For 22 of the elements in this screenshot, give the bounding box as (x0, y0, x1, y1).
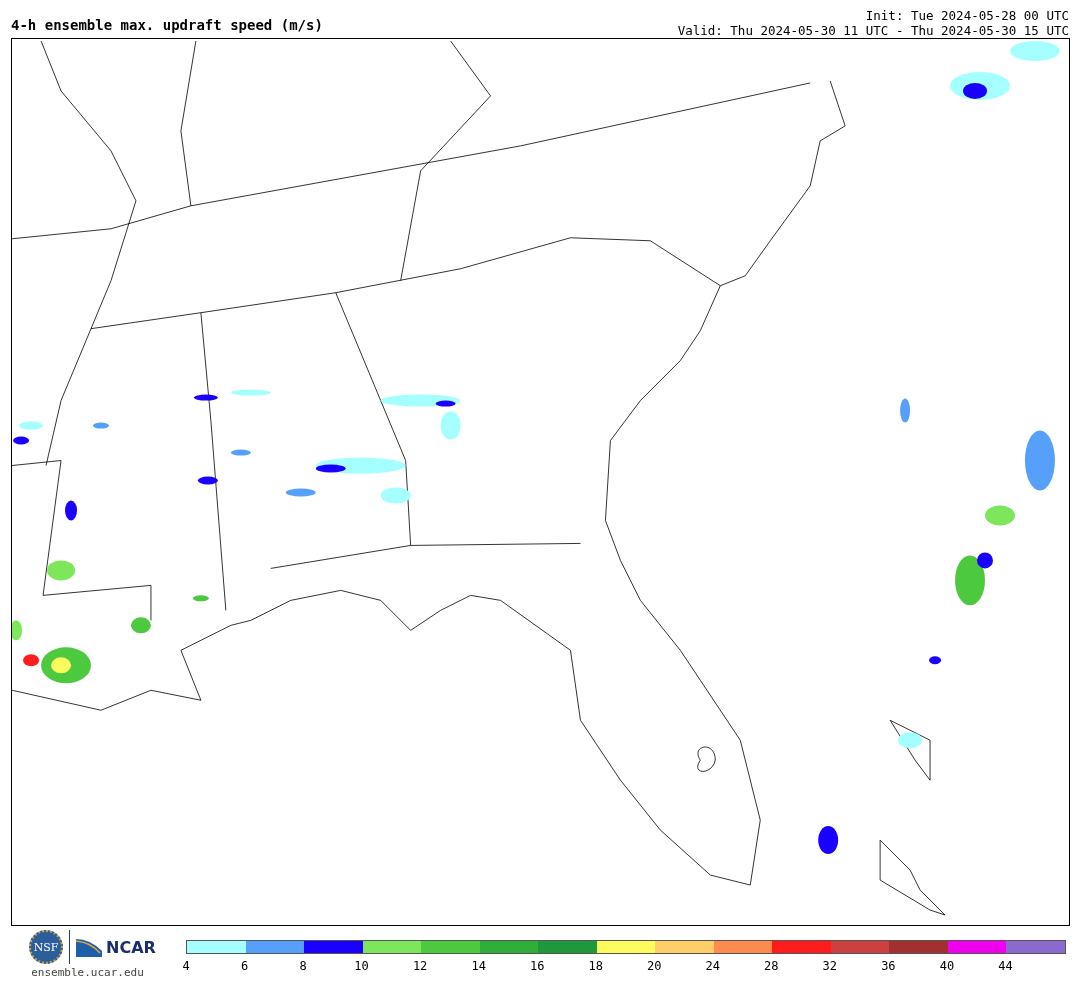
site-url: ensemble.ucar.edu (31, 966, 144, 979)
colorbar-label: 36 (881, 959, 896, 973)
init-time: Init: Tue 2024-05-28 00 UTC (864, 8, 1069, 23)
colorbar-label: 44 (998, 959, 1013, 973)
colorbar-label: 32 (822, 959, 838, 973)
colorbar-label: 24 (705, 959, 720, 973)
colorbar-label: 18 (588, 959, 603, 973)
colorbar-label: 16 (529, 959, 545, 973)
chart-title: 4-h ensemble max. updraft speed (m/s) (11, 16, 323, 35)
colorbar-label: 14 (471, 959, 486, 973)
colorbar-label: 28 (764, 959, 779, 973)
colorbar-label: 12 (412, 959, 428, 973)
colorbar-label: 4 (182, 959, 190, 973)
colorbar-label: 20 (647, 959, 662, 973)
colorbar-label: 6 (240, 959, 249, 973)
ncar-wave-icon (76, 937, 103, 957)
colorbar-label: 10 (354, 959, 369, 973)
valid-time: Valid: Thu 2024-05-30 11 UTC - Thu 2024-05-30 15 UTC (677, 23, 1069, 38)
colorbar-label: 8 (299, 959, 307, 973)
colorbar-label: 40 (939, 959, 955, 973)
nsf-logo: NSF (29, 930, 64, 964)
ncar-logo: NCAR (106, 937, 156, 957)
